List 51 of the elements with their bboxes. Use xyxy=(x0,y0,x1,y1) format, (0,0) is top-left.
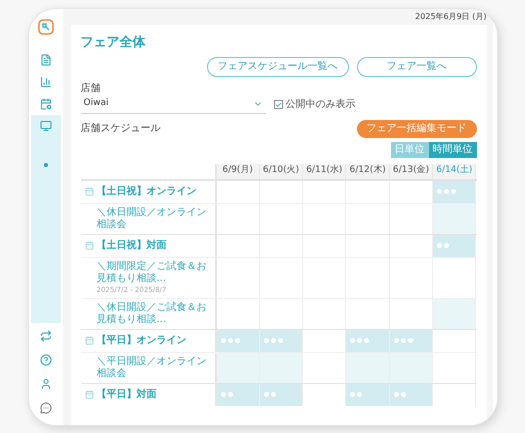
checkbox-label: 公開中のみ表示 xyxy=(286,98,356,112)
slot-dots-icon xyxy=(394,392,406,397)
calendar-icon xyxy=(84,241,94,250)
dot-icon xyxy=(44,163,48,167)
store-select[interactable]: Oiwai xyxy=(80,96,266,114)
chat-icon xyxy=(40,402,52,414)
repeat-icon xyxy=(40,330,52,342)
date-header: 6/11(水) xyxy=(303,164,346,178)
bulk-edit-button[interactable]: フェア一括編集モード xyxy=(356,120,476,138)
checkbox[interactable] xyxy=(274,100,282,109)
slot-dots-icon xyxy=(394,338,413,343)
slot-dots-icon xyxy=(437,189,456,194)
date-header: 6/13(金) xyxy=(390,164,434,178)
bar-chart-icon xyxy=(40,76,52,88)
sidebar-item[interactable] xyxy=(30,115,60,137)
slot-dots-icon xyxy=(264,338,283,343)
monitor-icon xyxy=(40,120,52,132)
unit-tab[interactable]: 時間単位 xyxy=(428,142,476,158)
document-icon xyxy=(40,54,52,66)
page-title: フェア全体 xyxy=(80,34,146,52)
fair-name[interactable]: ＼休日開設／オンライン相談会 xyxy=(96,206,214,230)
group-name: 【土日祝】対面 xyxy=(96,240,166,252)
slot-dots-icon xyxy=(220,392,232,397)
unit-tab[interactable]: 日単位 xyxy=(390,142,428,158)
slot-dots-icon xyxy=(437,243,450,248)
help-icon xyxy=(40,354,52,366)
date-header: 6/10(火) xyxy=(260,164,304,178)
group-name: 【平日】対面 xyxy=(96,388,156,400)
calendar-icon xyxy=(84,187,94,196)
date-header: 6/12(木) xyxy=(346,164,390,178)
store-label: 店舗 xyxy=(80,82,102,96)
slot-dots-icon xyxy=(264,392,276,397)
section-label: 店舗スケジュール xyxy=(80,122,160,136)
current-date: 2025年6月9日 (月) xyxy=(415,11,486,23)
logo-icon xyxy=(38,19,54,35)
slot-dots-icon xyxy=(220,338,240,343)
user-icon xyxy=(40,378,52,390)
nav-button[interactable]: フェアスケジュール一覧へ xyxy=(206,56,348,76)
calendar-icon xyxy=(84,336,94,345)
group-name: 【土日祝】オンライン xyxy=(96,186,196,198)
calendar-icon xyxy=(40,98,52,110)
nav-button[interactable]: フェア一覧へ xyxy=(356,56,476,76)
slot-dots-icon xyxy=(350,338,370,343)
fair-name[interactable]: ＼休日開設／ご試食＆お見積もり相談... xyxy=(96,302,214,326)
fair-name[interactable]: ＼平日開設／オンライン相談会 xyxy=(96,356,214,380)
group-name: 【平日】オンライン xyxy=(96,334,186,346)
slot-dots-icon xyxy=(350,392,362,397)
date-header: 6/14(土) xyxy=(433,164,476,178)
fair-name[interactable]: ＼期間限定／ご試食＆お見積もり相談... xyxy=(96,260,214,284)
date-header: 6/9(月) xyxy=(216,164,260,178)
calendar-icon xyxy=(84,390,94,399)
